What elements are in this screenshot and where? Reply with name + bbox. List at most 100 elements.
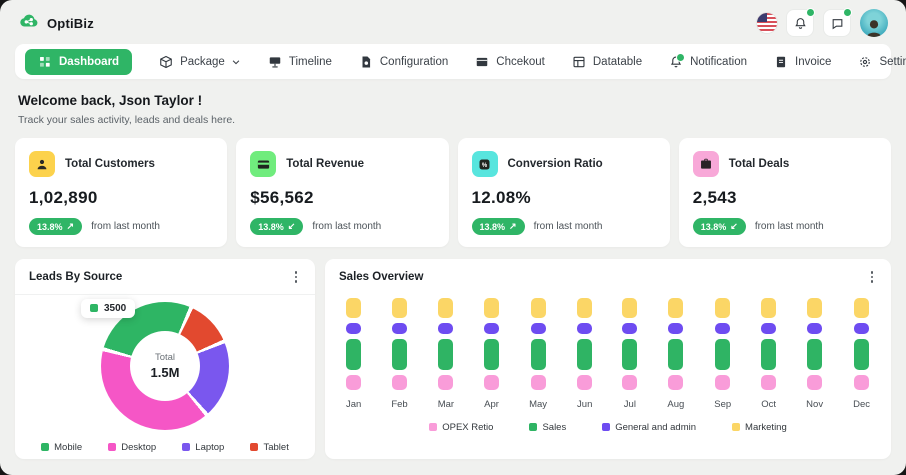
change-badge: 13.8% ↙ <box>692 218 746 235</box>
trend-up-arrow-icon: ↗ <box>66 221 75 231</box>
messages-button[interactable] <box>823 8 852 37</box>
bar-segment-marketing <box>392 297 408 318</box>
datatable-icon <box>572 55 586 69</box>
bar-segment-marketing <box>484 297 500 318</box>
month-label: Jun <box>577 398 593 410</box>
nav-item-notification[interactable]: Notification <box>669 52 747 69</box>
legend-swatch <box>429 423 438 431</box>
legend-item-sales[interactable]: Sales <box>529 422 566 433</box>
nav-item-package[interactable]: Package <box>159 55 241 69</box>
stat-note: from last month <box>91 221 160 232</box>
change-value: 13.8% <box>37 221 63 232</box>
nav-item-invoice[interactable]: Invoice <box>774 55 831 69</box>
sales-card-header: Sales Overview <box>325 259 891 294</box>
legend-item-opex-retio[interactable]: OPEX Retio <box>429 422 493 433</box>
dashboard-page: OptiBiz Dashboard Package Timeline Configur… <box>0 0 906 475</box>
charts-row: Leads By Source 3500 Total 1.5M Mobile De… <box>15 259 891 459</box>
stat-footer: 13.8% ↙ from last month <box>692 218 877 235</box>
bar-segment-opex-retio <box>854 374 870 390</box>
stat-card-header: Total Deals <box>692 151 877 177</box>
notification-icon <box>669 52 686 69</box>
bar-column-sep[interactable]: Sep <box>714 297 731 410</box>
bar-segment-sales <box>438 338 454 370</box>
bar-segment-marketing <box>438 297 454 318</box>
nav-item-settings[interactable]: Settings <box>858 55 906 69</box>
bar-column-mar[interactable]: Mar <box>438 297 454 410</box>
nav-item-dashboard[interactable]: Dashboard <box>25 48 133 75</box>
bar-column-jun[interactable]: Jun <box>577 297 593 410</box>
stat-value: 2,543 <box>692 188 737 207</box>
bar-segment-general-and-admin <box>807 322 823 334</box>
bar-segment-general-and-admin <box>484 322 500 334</box>
legend-item-general-and-admin[interactable]: General and admin <box>602 422 696 433</box>
bar-segment-general-and-admin <box>715 322 731 334</box>
kebab-menu-icon[interactable] <box>867 269 878 285</box>
bar-segment-opex-retio <box>346 374 362 390</box>
bar-segment-opex-retio <box>577 374 593 390</box>
settings-icon <box>858 55 872 69</box>
user-avatar[interactable] <box>860 9 888 37</box>
bar-column-dec[interactable]: Dec <box>853 297 870 410</box>
sales-card-title: Sales Overview <box>339 270 424 283</box>
stat-note: from last month <box>312 221 382 232</box>
bar-segment-marketing <box>577 297 593 318</box>
trend-down-arrow-icon: ↙ <box>730 221 738 231</box>
stat-footer: 13.8% ↗ from last month <box>29 218 213 235</box>
bar-column-apr[interactable]: Apr <box>484 297 500 410</box>
bar-segment-general-and-admin <box>438 322 454 334</box>
month-label: Jul <box>623 398 636 410</box>
donut-center: Total 1.5M <box>130 330 200 401</box>
legend-item-tablet[interactable]: Tablet <box>250 442 289 453</box>
kebab-menu-icon[interactable] <box>291 269 302 285</box>
stat-value: 1,02,890 <box>29 188 98 207</box>
bar-segment-sales <box>484 338 500 370</box>
nav-item-label: Timeline <box>288 55 332 68</box>
stat-value: $56,562 <box>250 188 314 207</box>
bar-column-nov[interactable]: Nov <box>806 297 823 410</box>
nav-items: Dashboard Package Timeline Configuration Chc… <box>25 48 906 75</box>
trend-up-arrow-icon: ↗ <box>509 221 517 231</box>
bar-column-may[interactable]: May <box>529 297 547 410</box>
bar-column-oct[interactable]: Oct <box>761 297 777 410</box>
brand[interactable]: OptiBiz <box>18 10 94 37</box>
legend-swatch <box>732 423 741 431</box>
stat-footer: 13.8% ↙ from last month <box>250 218 434 235</box>
bar-segment-marketing <box>622 297 638 318</box>
legend-item-desktop[interactable]: Desktop <box>108 442 156 453</box>
bar-column-feb[interactable]: Feb <box>391 297 408 410</box>
bar-chart-legend: OPEX Retio Sales General and admin Marketin… <box>325 422 891 433</box>
stats-grid: Total Customers 1,02,890 13.8% ↗ from last m… <box>15 138 891 247</box>
leads-card-title: Leads By Source <box>29 270 123 283</box>
bar-column-aug[interactable]: Aug <box>667 297 684 410</box>
legend-item-laptop[interactable]: Laptop <box>182 442 224 453</box>
bar-column-jan[interactable]: Jan <box>346 297 362 410</box>
bar-segment-opex-retio <box>761 374 777 390</box>
stacked-bar-chart[interactable]: Jan Feb Mar Apr May Jun Jul Aug Sep Oct Nov Dec <box>325 294 891 410</box>
stat-note: from last month <box>754 221 824 232</box>
nav-item-chcekout[interactable]: Chcekout <box>475 55 545 69</box>
chevron-down-icon <box>231 57 241 67</box>
change-value: 13.8% <box>258 221 284 232</box>
bar-segment-marketing <box>854 297 870 318</box>
donut-chart[interactable]: Total 1.5M <box>101 301 229 430</box>
nav-item-label: Settings <box>879 55 906 68</box>
bar-column-jul[interactable]: Jul <box>622 297 638 410</box>
bar-segment-general-and-admin <box>392 322 408 334</box>
stat-label: Total Deals <box>728 158 790 170</box>
checkout-icon <box>475 55 489 69</box>
language-flag-icon[interactable] <box>757 13 777 33</box>
bar-segment-sales <box>854 338 870 370</box>
donut-tooltip: 3500 <box>81 298 136 318</box>
bar-segment-sales <box>668 338 684 370</box>
notification-dot <box>676 52 686 62</box>
notifications-bell-button[interactable] <box>786 8 815 37</box>
nav-item-configuration[interactable]: Configuration <box>359 55 448 69</box>
welcome-subtitle: Track your sales activity, leads and dea… <box>18 114 236 126</box>
nav-item-datatable[interactable]: Datatable <box>572 55 642 69</box>
legend-item-mobile[interactable]: Mobile <box>41 442 82 453</box>
month-label: Feb <box>391 398 408 410</box>
nav-item-timeline[interactable]: Timeline <box>268 55 332 69</box>
stat-label: Total Revenue <box>286 158 364 170</box>
bar-segment-general-and-admin <box>530 322 546 334</box>
legend-item-marketing[interactable]: Marketing <box>732 422 787 433</box>
